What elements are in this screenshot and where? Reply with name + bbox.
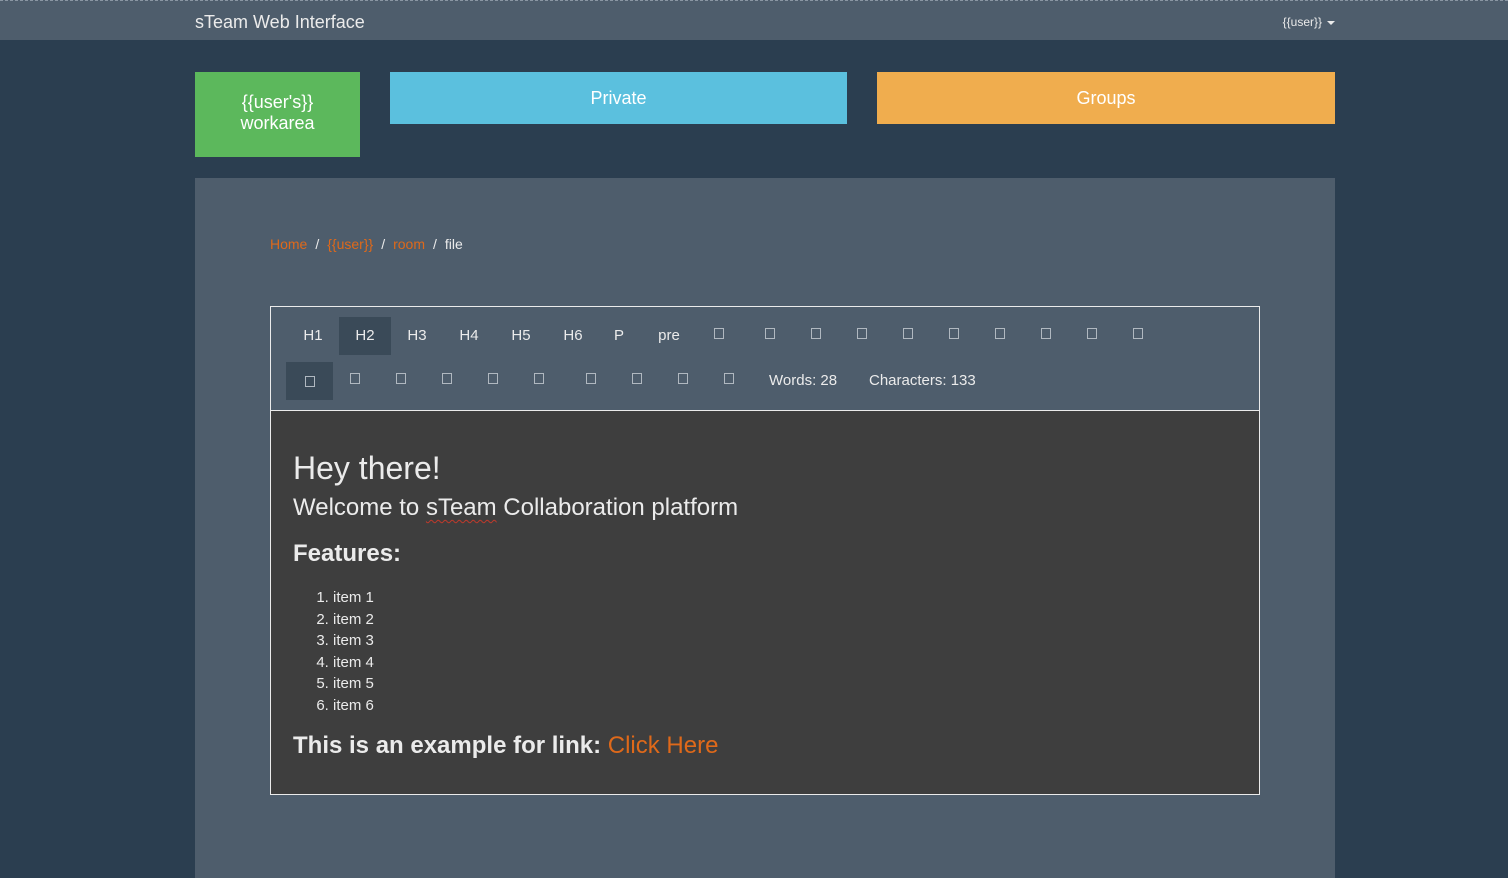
- link-icon[interactable]: [381, 359, 421, 397]
- image-icon[interactable]: [473, 359, 513, 397]
- align-left-icon[interactable]: [1072, 314, 1112, 352]
- redo-icon[interactable]: [709, 359, 749, 397]
- breadcrumb-home[interactable]: Home: [270, 236, 307, 252]
- code-icon[interactable]: [617, 359, 657, 397]
- list-item: item 4: [333, 652, 1237, 674]
- h1-button[interactable]: H1: [287, 317, 339, 355]
- list-item: item 6: [333, 695, 1237, 717]
- italic-icon[interactable]: [750, 314, 790, 352]
- rich-text-editor: H1 H2 H3 H4 H5 H6 P pre Words: 28 Charac…: [270, 306, 1260, 795]
- ordered-list-icon[interactable]: [934, 314, 974, 352]
- h3-button[interactable]: H3: [391, 317, 443, 355]
- workarea-tile-line1: {{user's}}: [241, 91, 314, 112]
- main-panel: Home / {{user}} / room / file H1 H2 H3 H4 H5 H…: [195, 178, 1335, 878]
- document-heading-2: Welcome to sTeam Collaboration platform: [293, 493, 1237, 523]
- bold-icon[interactable]: [699, 314, 739, 352]
- breadcrumb-user[interactable]: {{user}}: [327, 236, 373, 252]
- editor-content[interactable]: Hey there! Welcome to sTeam Collaboratio…: [270, 411, 1260, 795]
- breadcrumb-separator: /: [381, 236, 386, 252]
- quote-icon[interactable]: [571, 359, 611, 397]
- strikethrough-icon[interactable]: [842, 314, 882, 352]
- list-item: item 1: [333, 587, 1237, 609]
- h6-button[interactable]: H6: [547, 317, 599, 355]
- user-menu-dropdown[interactable]: {{user}}: [1283, 15, 1335, 29]
- workarea-tile-line2: workarea: [240, 112, 315, 133]
- heading-2-text-start: Welcome to: [293, 494, 426, 521]
- indent-icon[interactable]: [980, 314, 1020, 352]
- breadcrumb-current: file: [444, 236, 463, 252]
- align-center-icon[interactable]: [1118, 314, 1158, 352]
- unlink-icon[interactable]: [427, 359, 467, 397]
- example-link[interactable]: Click Here: [608, 732, 719, 759]
- caret-down-icon: [1327, 20, 1335, 25]
- brand-title[interactable]: sTeam Web Interface: [195, 12, 365, 33]
- table-icon[interactable]: [519, 359, 559, 397]
- document-heading-3: Features:: [293, 540, 402, 567]
- h2-button[interactable]: H2: [339, 317, 391, 355]
- link-example-line: This is an example for link: Click Here: [293, 732, 1237, 760]
- document-heading-1: Hey there!: [293, 450, 441, 486]
- align-justify-icon[interactable]: [335, 359, 375, 397]
- private-tile[interactable]: Private: [390, 72, 847, 124]
- paragraph-button[interactable]: P: [599, 317, 639, 355]
- list-item: item 5: [333, 673, 1237, 695]
- align-right-icon[interactable]: [286, 362, 333, 400]
- underline-icon[interactable]: [796, 314, 836, 352]
- breadcrumb-room[interactable]: room: [393, 236, 425, 252]
- list-item: item 2: [333, 609, 1237, 631]
- workarea-tile[interactable]: {{user's}} workarea: [195, 72, 360, 157]
- h4-button[interactable]: H4: [443, 317, 495, 355]
- breadcrumb-separator: /: [432, 236, 437, 252]
- misspelled-word: sTeam: [425, 494, 497, 521]
- breadcrumb-separator: /: [315, 236, 320, 252]
- editor-toolbar: H1 H2 H3 H4 H5 H6 P pre Words: 28 Charac…: [270, 306, 1260, 411]
- groups-tile[interactable]: Groups: [877, 72, 1335, 124]
- heading-2-text-end: Collaboration platform: [496, 494, 739, 521]
- features-list: item 1 item 2 item 3 item 4 item 5 item …: [293, 587, 1237, 716]
- top-navbar: sTeam Web Interface {{user}}: [0, 0, 1508, 40]
- breadcrumb: Home / {{user}} / room / file: [270, 236, 463, 252]
- list-item: item 3: [333, 630, 1237, 652]
- preformatted-button[interactable]: pre: [645, 317, 693, 355]
- word-count: Words: 28: [769, 372, 838, 389]
- character-count: Characters: 133: [869, 372, 976, 389]
- link-example-prefix: This is an example for link:: [293, 732, 608, 759]
- undo-icon[interactable]: [663, 359, 703, 397]
- h5-button[interactable]: H5: [495, 317, 547, 355]
- unordered-list-icon[interactable]: [888, 314, 928, 352]
- outdent-icon[interactable]: [1026, 314, 1066, 352]
- user-menu-label: {{user}}: [1282, 15, 1322, 29]
